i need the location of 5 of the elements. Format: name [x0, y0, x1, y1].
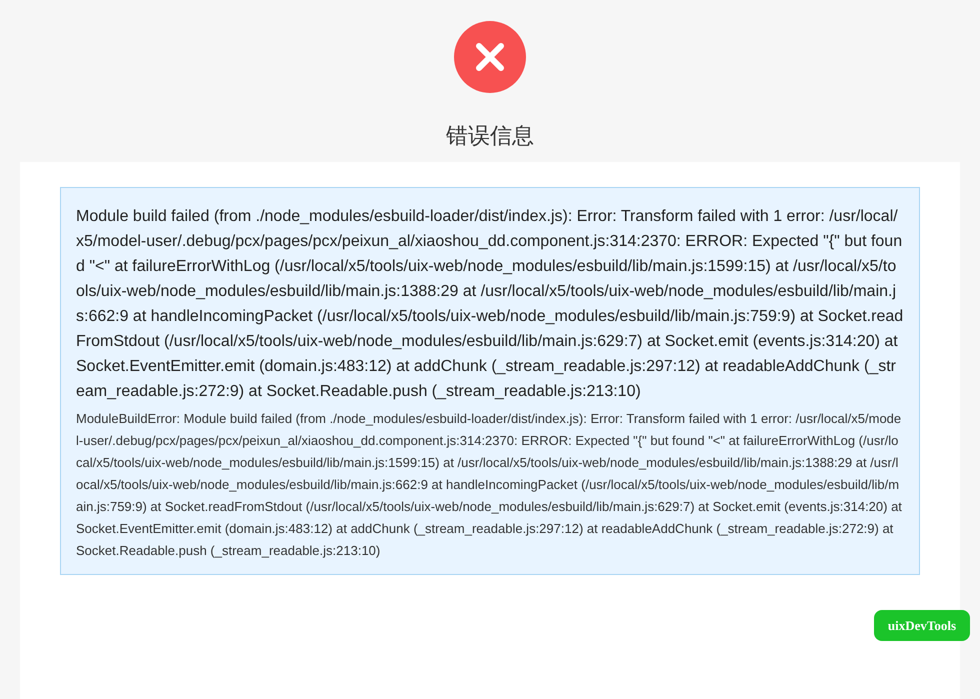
error-message: Module build failed (from ./node_modules/esbuild-loader/dist/index.js): Error: Transform failed with 1 error: /usr/local/x5/model-user/.debug/pcx/pages/pcx/peixun_al/xiaoshou_dd.component.js:314:2370: ERROR: Expected "{" but found "<" at failureErrorWithLog (/usr/local/x5/tools/uix-web/node_modules/esbuild/lib/main.js:1599:15) at /usr/local/x5/tools/uix-web/node_modules/esbuild/lib/main.js:1388:29 at /usr/local/x5/tools/uix-web/node_modules/esbuild/lib/main.js:662:9 at handleIncomingPacket (/usr/local/x5/tools/uix-web/node_modules/esbuild/lib/main.js:759:9) at Socket.readFromStdout (/usr/local/x5/tools/uix-web/node_modules/esbuild/lib/main.js:629:7) at Socket.emit (events.js:314:20) at Socket.EventEmitter.emit (domain.js:483:12) at addChunk (_stream_readable.js:297:12) at readableAddChunk (_stream_readable.js:272:9) at Socket.Readable.push (_stream_readable.js:213:10) — [76, 207, 904, 402]
devtools-button[interactable]: uixDevTools — [874, 610, 970, 641]
error-icon — [454, 21, 526, 93]
page-title: 错误信息 — [446, 123, 534, 151]
error-stack: ModuleBuildError: Module build failed (from ./node_modules/esbuild-loader/dist/index.js): Error: Transform failed with 1 error: /usr/local/x5/model-user/.debug/pcx/pages/pcx/peixun_al/xiaoshou_dd.component.js:314:2370: ERROR: Expected "{" but found "<" at failureErrorWithLog (/usr/local/x5/tools/uix-web/node_modules/esbuild/lib/main.js:1599:15) at /usr/local/x5/tools/uix-web/node_modules/esbuild/lib/main.js:1388:29 at /usr/local/x5/tools/uix-web/node_modules/esbuild/lib/main.js:662:9 at handleIncomingPacket (/usr/local/x5/tools/uix-web/node_modules/esbuild/lib/main.js:759:9) at Socket.readFromStdout (/usr/local/x5/tools/uix-web/node_modules/esbuild/lib/main.js:629:7) at Socket.emit (events.js:314:20) at Socket.EventEmitter.emit (domain.js:483:12) at addChunk (_stream_readable.js:297:12) at readableAddChunk (_stream_readable.js:272:9) at Socket.Readable.push (_stream_readable.js:213:10) — [76, 410, 903, 560]
